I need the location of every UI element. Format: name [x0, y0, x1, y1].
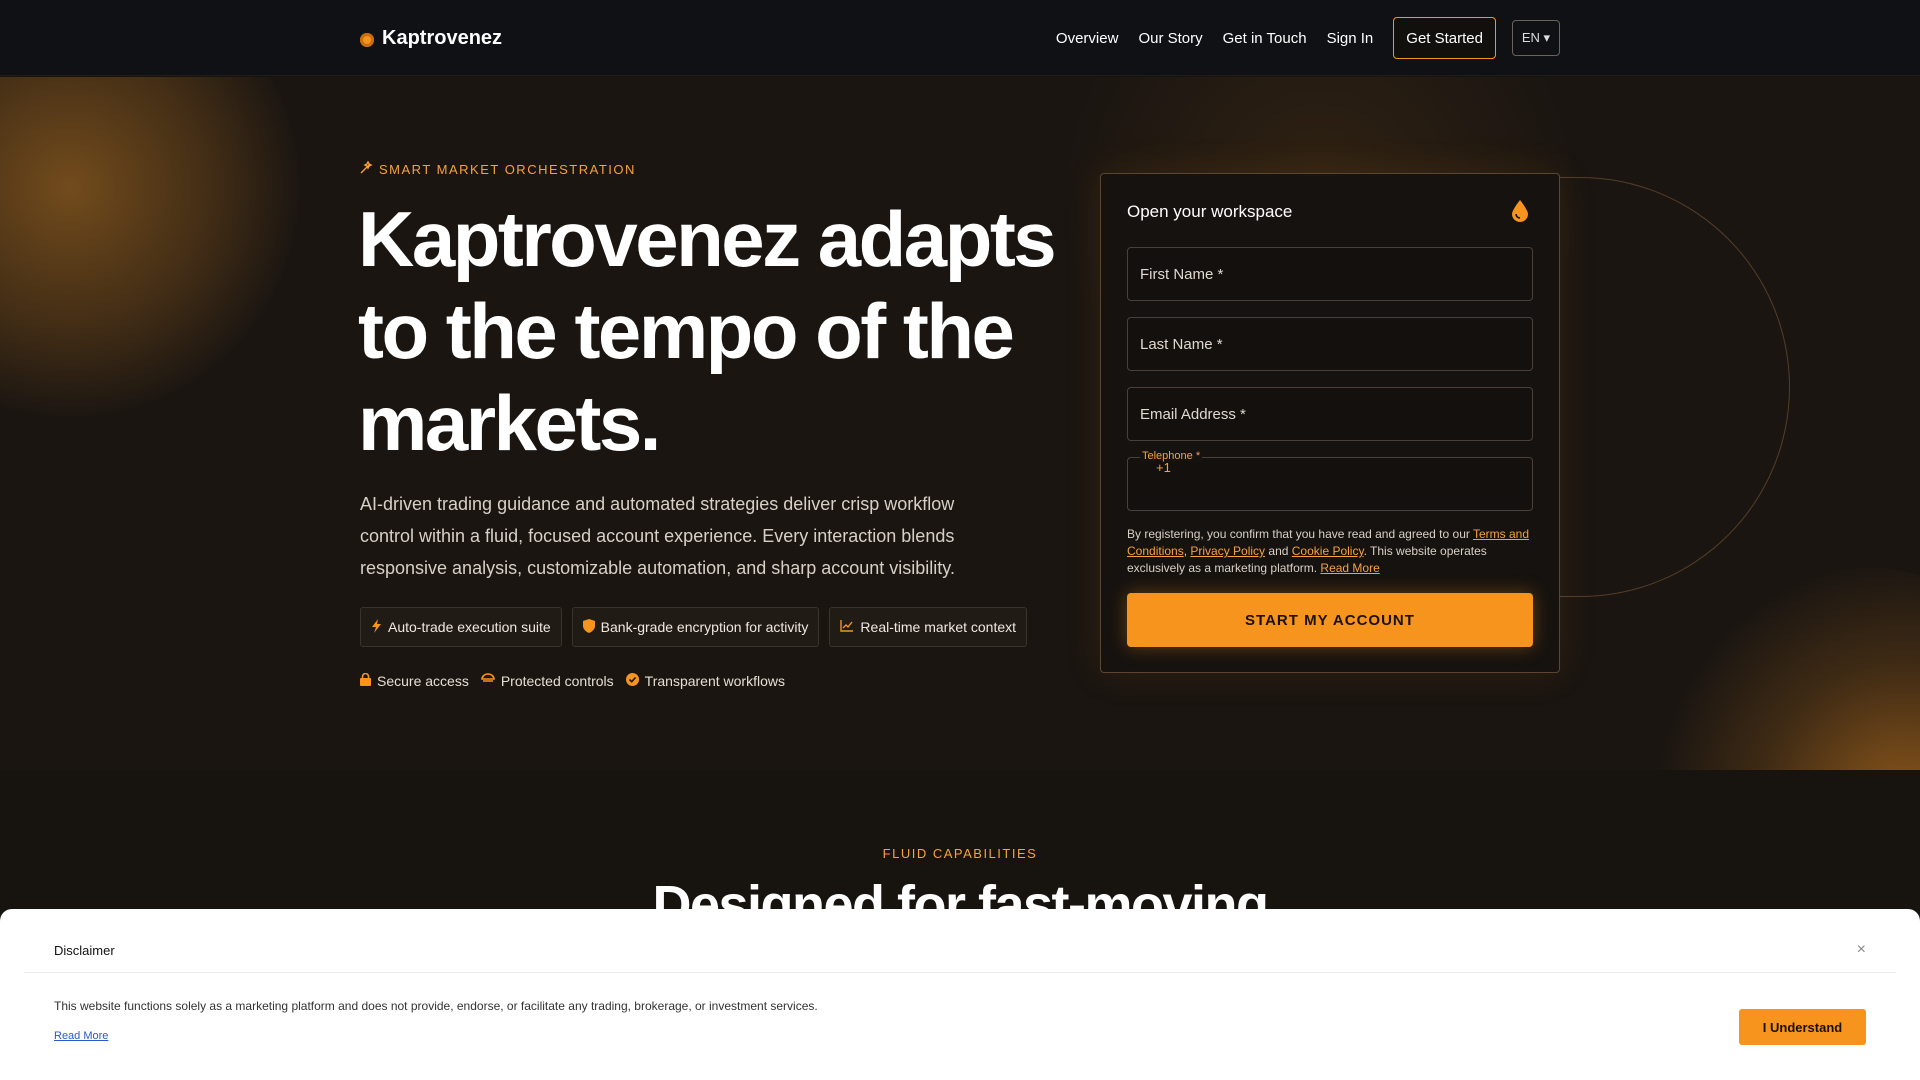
privacy-link[interactable]: Privacy Policy [1190, 544, 1265, 558]
first-name-field[interactable]: First Name * [1127, 247, 1533, 301]
legal-text: and [1265, 544, 1292, 558]
disclaimer-title: Disclaimer [54, 943, 115, 958]
droplet-icon [1511, 200, 1529, 228]
feature-chip: Bank-grade encryption for activity [571, 607, 820, 647]
hero-eyebrow: SMART MARKET ORCHESTRATION [360, 160, 636, 177]
trust-item: Protected controls [481, 673, 614, 689]
decorative-glow [0, 77, 300, 417]
trust-item: Transparent workflows [625, 673, 785, 689]
telephone-label: Telephone * [1140, 450, 1203, 462]
i-understand-button[interactable]: I Understand [1739, 1009, 1866, 1045]
check-circle-icon [625, 673, 639, 689]
get-started-button[interactable]: Get Started [1393, 17, 1496, 59]
feature-chip: Auto-trade execution suite [360, 607, 562, 647]
telephone-country-code[interactable]: +1 [1156, 460, 1171, 475]
trust-badges: Secure access Protected controls Transpa… [360, 672, 785, 689]
brand-name: Kaptrovenez [382, 26, 503, 49]
feature-chip: Real-time market context [829, 607, 1028, 647]
hero-headline: Kaptrovenez adapts to the tempo of the m… [358, 195, 1057, 467]
read-more-link[interactable]: Read More [1320, 561, 1379, 575]
decorative-glow [1640, 567, 1920, 770]
trust-item: Secure access [360, 672, 469, 689]
trust-item-label: Transparent workflows [644, 673, 785, 689]
legal-consent-text: By registering, you confirm that you hav… [1127, 526, 1537, 577]
shield-icon [582, 618, 595, 636]
feature-chip-label: Real-time market context [860, 619, 1017, 635]
form-title: Open your workspace [1127, 202, 1293, 221]
chart-line-icon [840, 619, 854, 635]
disclaimer-banner: Disclaimer × This website functions sole… [0, 909, 1920, 1080]
hero-eyebrow-text: SMART MARKET ORCHESTRATION [379, 161, 636, 177]
hero-subtext: AI-driven trading guidance and automated… [360, 494, 955, 578]
nav-link-get-in-touch[interactable]: Get in Touch [1223, 30, 1307, 47]
nav-link-our-story[interactable]: Our Story [1138, 30, 1202, 47]
magic-wand-icon [360, 160, 373, 177]
disclaimer-text: This website functions solely as a marke… [54, 999, 818, 1013]
top-nav: Kaptrovenez Overview Our Story Get in To… [0, 0, 1920, 76]
hero-section: SMART MARKET ORCHESTRATION Kaptrovenez a… [0, 77, 1920, 770]
brand-dot-icon [360, 32, 374, 47]
lock-icon [360, 672, 371, 689]
feature-chip-label: Auto-trade execution suite [388, 619, 551, 635]
feature-chips: Auto-trade execution suite Bank-grade en… [360, 607, 1028, 647]
email-field[interactable]: Email Address * [1127, 387, 1533, 441]
brand-logo[interactable]: Kaptrovenez [360, 24, 502, 52]
nav-link-sign-in[interactable]: Sign In [1327, 30, 1374, 47]
start-account-button[interactable]: START MY ACCOUNT [1127, 593, 1533, 647]
nav-link-overview[interactable]: Overview [1056, 30, 1119, 47]
last-name-field[interactable]: Last Name * [1127, 317, 1533, 371]
telephone-field[interactable]: Telephone * +1 [1127, 450, 1533, 511]
legal-text: By registering, you confirm that you hav… [1127, 527, 1473, 541]
cookie-link[interactable]: Cookie Policy [1292, 544, 1364, 558]
disclaimer-read-more-link[interactable]: Read More [54, 1030, 108, 1042]
trust-item-label: Secure access [377, 673, 469, 689]
divider [24, 972, 1896, 973]
badge-icon [481, 673, 495, 689]
feature-chip-label: Bank-grade encryption for activity [600, 619, 809, 635]
section-eyebrow: FLUID CAPABILITIES [882, 846, 1038, 861]
nav-links: Overview Our Story Get in Touch Sign In … [1036, 17, 1560, 59]
close-icon[interactable]: × [1857, 941, 1866, 959]
trust-item-label: Protected controls [500, 673, 614, 689]
bolt-icon [371, 618, 382, 636]
signup-form-card: Open your workspace First Name * Last Na… [1100, 173, 1560, 673]
language-selector[interactable]: EN ▾ [1512, 20, 1560, 56]
